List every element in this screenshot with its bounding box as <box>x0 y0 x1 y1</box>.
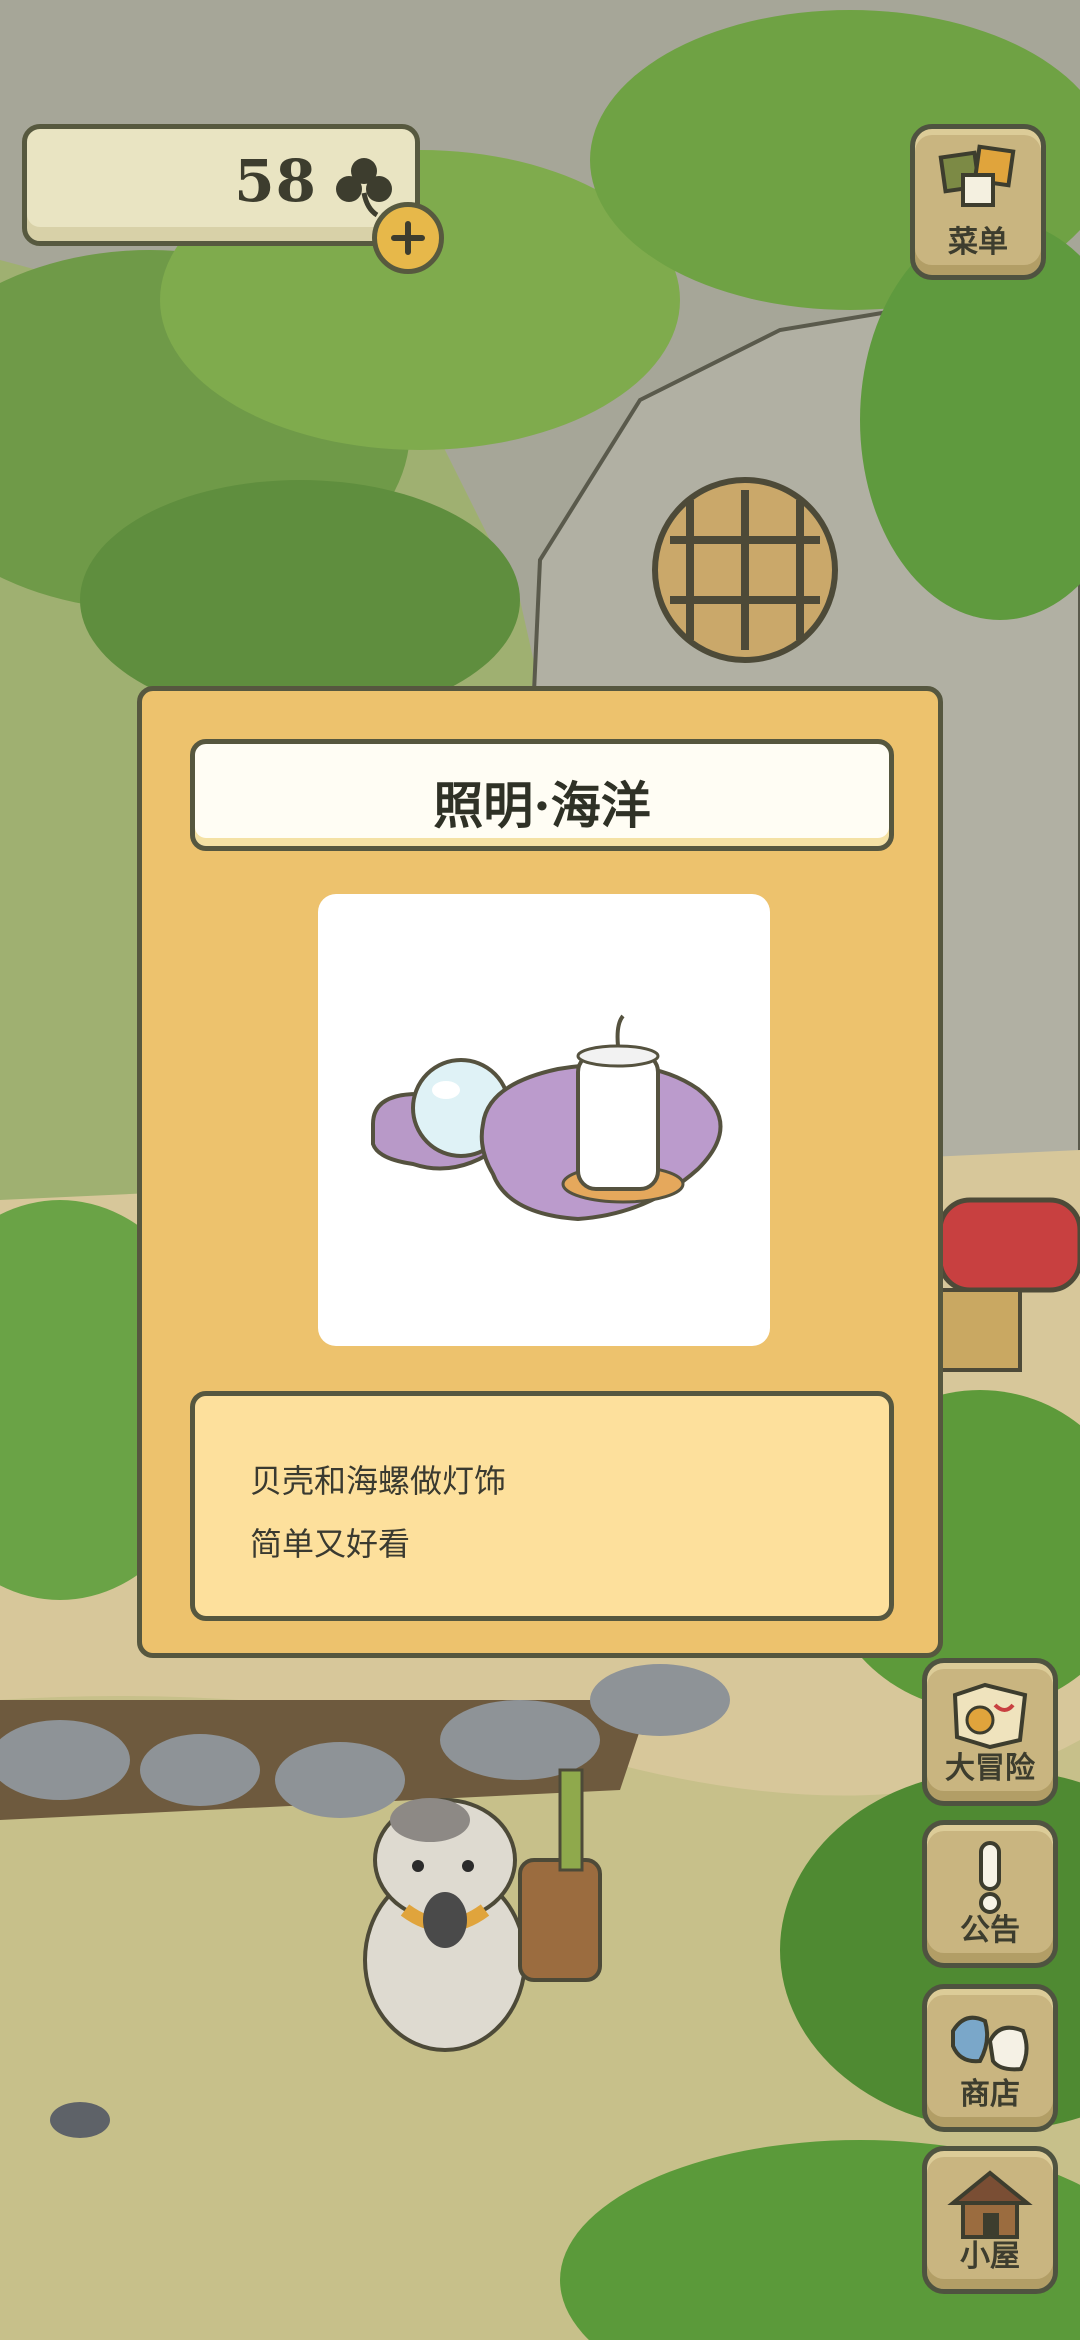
description-line: 贝壳和海螺做灯饰 <box>250 1462 507 1500</box>
house-button[interactable]: 小屋 <box>922 2146 1058 2294</box>
shop-button[interactable]: 商店 <box>922 1984 1058 2132</box>
notice-label: 公告 <box>960 1913 1020 1948</box>
item-title-box: 照明·海洋 <box>190 739 894 851</box>
description-line: 简单又好看 <box>250 1525 411 1563</box>
plus-icon <box>391 221 425 255</box>
item-title: 照明·海洋 <box>433 776 651 835</box>
menu-button[interactable]: 菜单 <box>910 124 1046 280</box>
house-label: 小屋 <box>960 2239 1020 2274</box>
item-detail-dialog[interactable]: 照明·海洋 贝壳和海螺做灯饰 简单又好看 <box>137 686 943 1658</box>
notice-button[interactable]: 公告 <box>922 1820 1058 1968</box>
item-description-box: 贝壳和海螺做灯饰 简单又好看 <box>190 1391 894 1621</box>
item-image-box <box>318 894 770 1346</box>
adventure-button[interactable]: 大冒险 <box>922 1658 1058 1806</box>
menu-cards-icon <box>938 144 1016 207</box>
clover-amount: 58 <box>234 147 317 215</box>
shop-label: 商店 <box>960 2077 1020 2112</box>
menu-label: 菜单 <box>948 225 1008 260</box>
adventure-label: 大冒险 <box>945 1751 1035 1786</box>
clover-counter: 58 <box>22 124 420 246</box>
add-clover-button[interactable] <box>372 202 444 274</box>
shell-candle-lamp-icon <box>371 1014 723 1222</box>
